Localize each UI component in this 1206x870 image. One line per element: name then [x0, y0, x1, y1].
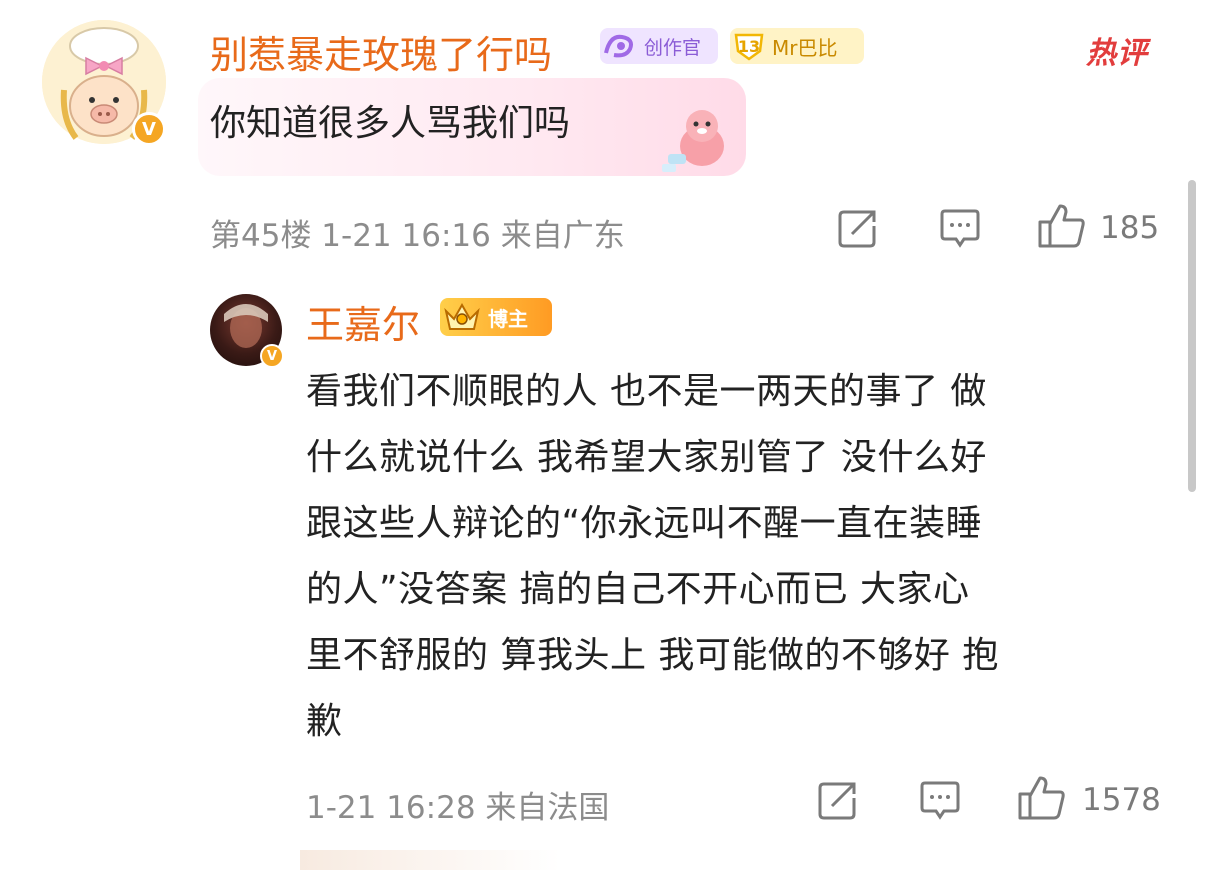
reply-like-count: 1578 — [1082, 782, 1161, 818]
reply-meta: 1-21 16:28 来自法国 — [306, 790, 610, 826]
fan-level-number: 13 — [737, 36, 761, 56]
comment-icon[interactable] — [918, 780, 962, 820]
crown-icon — [444, 302, 480, 330]
reply-text-line: 跟这些人辩论的“你永远叫不醒一直在装睡 — [306, 503, 983, 544]
comment-icon[interactable] — [938, 208, 982, 248]
comment-text: 你知道很多人骂我们吗 — [210, 103, 571, 144]
like-icon[interactable] — [1016, 774, 1068, 822]
reply-text-line: 看我们不顺眼的人 也不是一两天的事了 做 — [306, 371, 987, 412]
fan-level-icon: 13 — [732, 31, 766, 61]
comment-meta: 第45楼 1-21 16:16 来自广东 — [210, 218, 625, 254]
verified-badge-icon: V — [132, 112, 166, 146]
reply-text-line: 里不舒服的 算我头上 我可能做的不够好 抱 — [306, 635, 999, 676]
repost-icon[interactable] — [816, 780, 860, 820]
host-badge-label: 博主 — [488, 306, 528, 331]
creator-badge-label: 创作官 — [644, 36, 702, 59]
fan-badge-label: Mr巴比 — [772, 35, 838, 60]
creator-badge[interactable]: 创作官 — [600, 28, 718, 64]
next-comment-partial — [300, 850, 560, 870]
hot-comment-tag: 热评 — [1086, 36, 1148, 71]
cartoon-beaver-sticker-icon — [662, 110, 724, 172]
like-icon[interactable] — [1036, 202, 1088, 250]
verified-badge-icon: V — [260, 344, 284, 368]
reply-text-line: 什么就说什么 我希望大家别管了 没什么好 — [306, 437, 987, 478]
reply-text-line: 的人”没答案 搞的自己不开心而已 大家心 — [306, 569, 970, 610]
commenter-username[interactable]: 别惹暴走玫瑰了行吗 — [210, 24, 552, 79]
repost-icon[interactable] — [836, 208, 880, 248]
fan-badge[interactable]: 13 Mr巴比 — [730, 28, 864, 64]
comment-like-count: 185 — [1100, 210, 1160, 246]
host-badge[interactable]: 博主 — [440, 298, 552, 336]
creator-badge-icon — [604, 34, 633, 58]
reply-text-line: 歉 — [306, 701, 343, 742]
reply-username[interactable]: 王嘉尔 — [306, 294, 420, 349]
scrollbar[interactable] — [1188, 180, 1196, 492]
